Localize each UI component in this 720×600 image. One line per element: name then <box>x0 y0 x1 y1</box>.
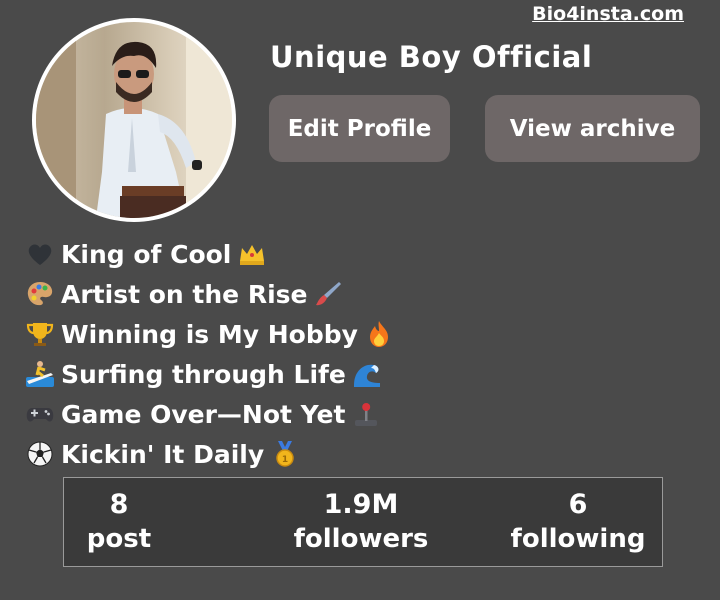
bio-text: Artist on the Rise <box>61 279 308 309</box>
paintbrush-icon <box>316 282 342 306</box>
profile-photo <box>36 22 232 218</box>
bio-section: King of Cool Artist on the Rise Winning … <box>25 234 394 474</box>
view-archive-button[interactable]: View archive <box>485 95 700 162</box>
profile-username: Unique Boy Official <box>270 40 593 74</box>
bio-line: Artist on the Rise <box>25 274 394 314</box>
posts-label: post <box>86 524 152 554</box>
artist-palette-icon <box>27 282 53 306</box>
game-controller-icon <box>26 408 54 422</box>
fire-icon <box>369 321 388 347</box>
soccer-ball-icon <box>27 441 53 467</box>
bio-line: Surfing through Life <box>25 354 394 394</box>
bio-line: Winning is My Hobby <box>25 314 394 354</box>
bio-line: Kickin' It Daily 1 <box>25 434 394 474</box>
avatar[interactable] <box>32 18 236 222</box>
bio-line: Game Over—Not Yet <box>25 394 394 434</box>
bio-text: Winning is My Hobby <box>61 319 358 349</box>
bio-text: King of Cool <box>61 239 232 269</box>
followers-count: 1.9M <box>323 489 399 520</box>
wave-icon <box>353 364 380 387</box>
followers-stat[interactable]: 1.9M followers <box>286 488 436 556</box>
svg-text:1: 1 <box>282 455 288 465</box>
surfer-icon <box>26 361 54 387</box>
black-heart-icon <box>28 244 52 265</box>
site-watermark: Bio4insta.com <box>532 3 684 25</box>
following-count: 6 <box>568 489 588 520</box>
edit-profile-button[interactable]: Edit Profile <box>269 95 450 162</box>
posts-stat[interactable]: 8 post <box>78 488 160 556</box>
followers-label: followers <box>293 524 429 554</box>
medal-icon: 1 <box>276 441 294 467</box>
profile-stats: 8 post 1.9M followers 6 following <box>63 477 663 567</box>
bio-text: Game Over—Not Yet <box>61 399 346 429</box>
joystick-icon <box>355 403 378 426</box>
bio-text: Surfing through Life <box>61 359 346 389</box>
following-stat[interactable]: 6 following <box>508 488 648 556</box>
following-label: following <box>510 524 646 554</box>
trophy-icon <box>26 323 54 346</box>
posts-count: 8 <box>109 489 129 520</box>
bio-text: Kickin' It Daily <box>61 439 265 469</box>
crown-icon <box>240 245 265 265</box>
bio-line: King of Cool <box>25 234 394 274</box>
